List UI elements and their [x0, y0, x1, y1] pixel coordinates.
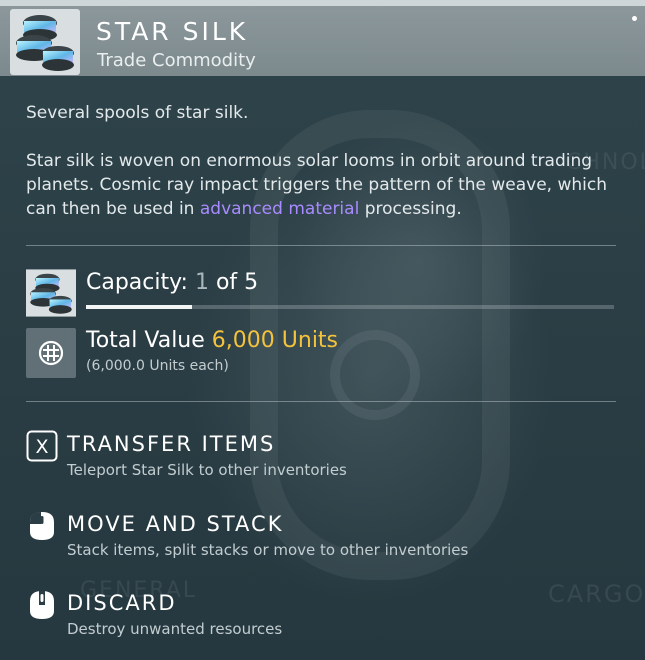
highlighted-term: advanced material — [199, 199, 360, 219]
mouse-middle-click-icon — [30, 591, 54, 619]
mouse-left-click-icon — [30, 512, 54, 540]
item-header: STAR SILK Trade Commodity — [0, 0, 645, 76]
total-value-label: Total Value — [86, 328, 205, 353]
divider — [26, 401, 616, 402]
action-title: MOVE AND STACK — [67, 512, 284, 536]
action-subtitle: Teleport Star Silk to other inventories — [67, 461, 347, 479]
action-subtitle: Stack items, split stacks or move to oth… — [67, 541, 469, 559]
units-currency-icon — [26, 328, 76, 378]
action-title: TRANSFER ITEMS — [67, 432, 276, 456]
capacity-bar-fill — [86, 305, 192, 309]
capacity-bar — [86, 305, 614, 309]
item-detail-panel: STAR SILK Trade Commodity Several spools… — [0, 0, 645, 660]
total-value: Total Value 6,000 Units — [86, 328, 338, 353]
star-silk-spools-icon — [10, 9, 80, 75]
capacity-current: 1 — [194, 270, 209, 295]
discard-button[interactable]: DISCARD Destroy unwanted resources — [26, 589, 626, 649]
short-description: Several spools of star silk. — [26, 103, 249, 123]
action-subtitle: Destroy unwanted resources — [67, 620, 283, 638]
item-name: STAR SILK — [96, 17, 249, 46]
divider — [26, 245, 616, 246]
long-description: Star silk is woven on enormous solar loo… — [26, 149, 626, 221]
capacity-max: of 5 — [215, 270, 259, 295]
svg-text:X: X — [35, 436, 48, 458]
description-text-end: processing. — [359, 199, 462, 219]
star-silk-spools-icon — [26, 269, 76, 317]
capacity-label-text: Capacity: — [86, 270, 188, 295]
unit-value: (6,000.0 Units each) — [86, 358, 229, 374]
move-and-stack-button[interactable]: MOVE AND STACK Stack items, split stacks… — [26, 510, 626, 570]
transfer-items-button[interactable]: X TRANSFER ITEMS Teleport Star Silk to o… — [26, 430, 626, 490]
indicator-dot — [632, 16, 637, 21]
x-key-icon: X — [26, 430, 58, 462]
capacity-label: Capacity: 1 of 5 — [86, 270, 258, 295]
action-title: DISCARD — [67, 591, 177, 615]
total-value-amount: 6,000 Units — [211, 328, 339, 353]
item-category: Trade Commodity — [97, 50, 256, 71]
